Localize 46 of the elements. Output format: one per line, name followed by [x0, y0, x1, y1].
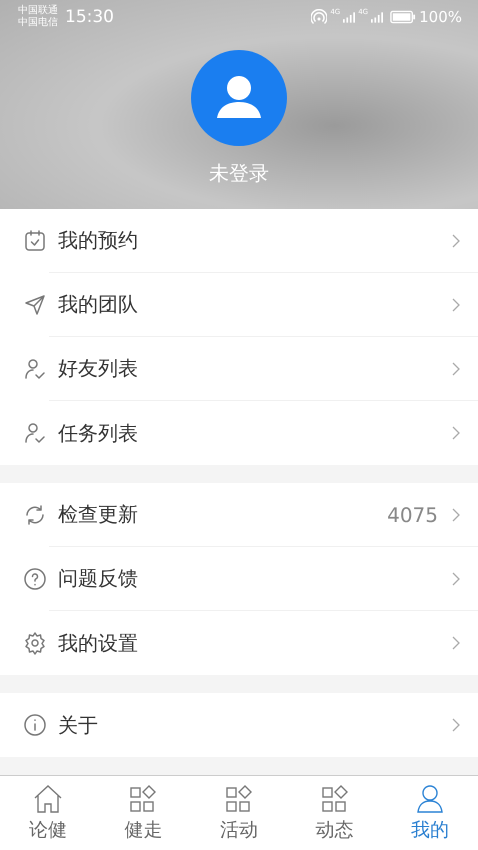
carrier-name: 中国电信 [18, 17, 58, 29]
chevron-right-icon [452, 362, 460, 376]
avatar-icon[interactable] [191, 50, 287, 146]
battery-level: 100% [419, 8, 462, 26]
menu-label: 问题反馈 [58, 565, 139, 592]
menu-label: 关于 [58, 712, 99, 738]
chevron-right-icon [452, 298, 460, 312]
tab[interactable]: 论健 [0, 776, 96, 850]
gear-icon [23, 631, 47, 655]
tab[interactable]: 我的 [382, 776, 478, 850]
hotspot-icon [311, 9, 328, 25]
send-icon [23, 293, 47, 317]
menu-item[interactable]: 我的设置 [0, 611, 478, 675]
clock: 15:30 [65, 7, 114, 27]
carrier-name: 中国联通 [18, 5, 58, 16]
menu-item[interactable]: 关于 [0, 693, 478, 757]
person-check-icon [23, 357, 47, 381]
menu-item[interactable]: 检查更新 4075 [0, 483, 478, 547]
chevron-right-icon [452, 636, 460, 650]
menu-label: 任务列表 [58, 420, 139, 446]
tab[interactable]: 活动 [191, 776, 287, 850]
calendar-icon [23, 229, 47, 253]
battery-icon [390, 10, 416, 24]
menu-label: 我的预约 [58, 227, 139, 254]
menu-label: 检查更新 [58, 501, 139, 528]
tab[interactable]: 动态 [286, 776, 382, 850]
menu-item[interactable]: 我的团队 [0, 273, 478, 337]
question-icon [23, 567, 47, 591]
menu-item[interactable]: 我的预约 [0, 209, 478, 273]
chevron-right-icon [452, 426, 460, 440]
menu-item[interactable]: 问题反馈 [0, 547, 478, 611]
chevron-right-icon [452, 572, 460, 586]
person-check-icon [23, 421, 47, 445]
signal-icon [371, 12, 384, 22]
chevron-right-icon [452, 234, 460, 248]
menu-item[interactable]: 任务列表 [0, 401, 478, 465]
menu-label: 好友列表 [58, 355, 139, 382]
menu-label: 我的设置 [58, 630, 139, 656]
tab[interactable]: 健走 [96, 776, 192, 850]
menu-label: 我的团队 [58, 291, 139, 318]
chevron-right-icon [452, 508, 460, 522]
menu-item[interactable]: 好友列表 [0, 337, 478, 401]
info-icon [23, 713, 47, 737]
version-number: 4075 [387, 502, 438, 526]
chevron-right-icon [452, 718, 460, 732]
signal-icon [343, 12, 356, 22]
